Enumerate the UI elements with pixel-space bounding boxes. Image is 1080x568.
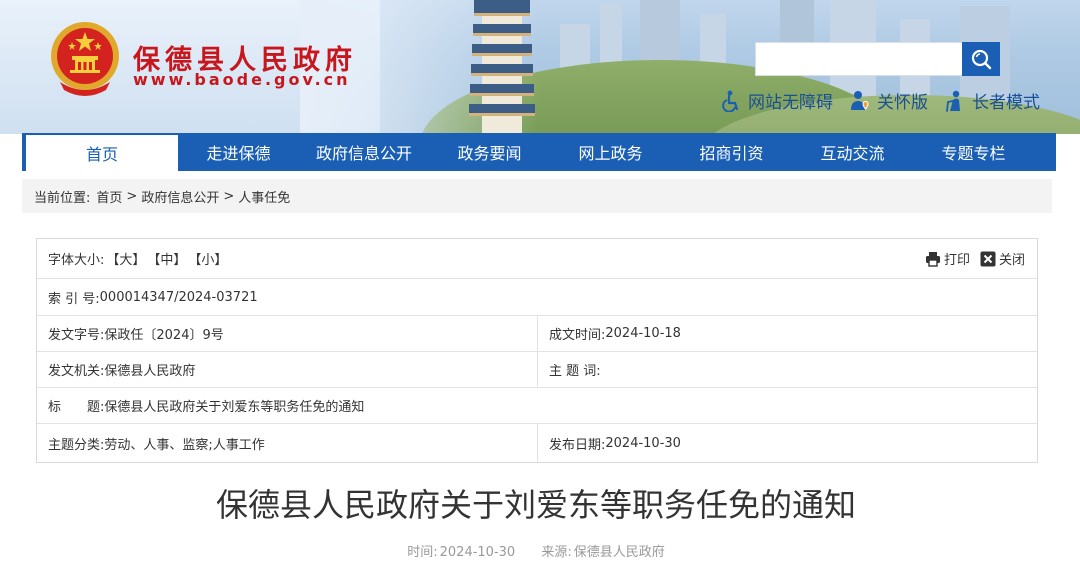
header-banner: 保德县人民政府 www.baode.gov.cn 网站无障碍 关怀版 长者模式 xyxy=(0,0,1080,134)
nav-item-interaction[interactable]: 互动交流 xyxy=(792,133,913,171)
elder-person-icon xyxy=(946,90,960,112)
nav-item-about-baode[interactable]: 走进保德 xyxy=(178,133,299,171)
national-emblem-icon xyxy=(51,22,119,96)
issuer-row: 发文机关: 保德县人民政府 主 题 词: xyxy=(37,352,1037,388)
title-label: 标 题: xyxy=(48,400,105,415)
article-time-label: 时间: xyxy=(407,545,438,560)
main-nav: 首页 走进保德 政府信息公开 政务要闻 网上政务 招商引资 互动交流 专题专栏 xyxy=(22,133,1056,171)
care-mode-label: 关怀版 xyxy=(877,93,928,113)
search-input[interactable] xyxy=(755,42,963,76)
nav-item-online-services[interactable]: 网上政务 xyxy=(550,133,671,171)
index-row: 索 引 号: 000014347/2024-03721 xyxy=(37,279,1037,316)
font-size-large-option[interactable]: 【大】 xyxy=(106,249,145,268)
article-source: 来源: 保德县人民政府 xyxy=(541,545,664,560)
nav-item-special-topics[interactable]: 专题专栏 xyxy=(913,133,1034,171)
article-time: 时间: 2024-10-30 xyxy=(407,545,515,560)
publish-date-value: 2024-10-30 xyxy=(605,435,681,451)
article-source-value: 保德县人民政府 xyxy=(573,545,665,560)
nav-item-news[interactable]: 政务要闻 xyxy=(429,133,550,171)
written-date-label: 成文时间: xyxy=(549,328,606,343)
doc-number-value: 保政任〔2024〕9号 xyxy=(104,328,224,343)
written-date-value: 2024-10-18 xyxy=(605,326,681,341)
care-mode-link[interactable]: 关怀版 xyxy=(849,88,928,113)
breadcrumb-separator: > xyxy=(223,188,235,204)
font-size-row: 字体大小: 【大】 【中】 【小】 打印 关闭 xyxy=(37,239,1037,279)
search-button[interactable] xyxy=(962,42,1000,76)
breadcrumb-home-link[interactable]: 首页 xyxy=(96,187,122,206)
nav-item-investment[interactable]: 招商引资 xyxy=(671,133,792,171)
doc-number-label: 发文字号: xyxy=(48,328,105,343)
accessibility-link[interactable]: 网站无障碍 xyxy=(722,88,833,113)
font-size-medium-option[interactable]: 【中】 xyxy=(147,249,186,268)
elder-mode-link[interactable]: 长者模式 xyxy=(944,88,1040,113)
doc-number-row: 发文字号: 保政任〔2024〕9号 成文时间: 2024-10-18 xyxy=(37,316,1037,352)
issuer-label: 发文机关: xyxy=(48,364,105,379)
accessibility-tools: 网站无障碍 关怀版 长者模式 xyxy=(722,88,1040,113)
breadcrumb: 当前位置: 首页 > 政府信息公开 > 人事任免 xyxy=(22,179,1052,213)
close-icon xyxy=(980,251,996,266)
breadcrumb-gov-info-link[interactable]: 政府信息公开 xyxy=(141,187,219,206)
category-row: 主题分类: 劳动、人事、监察;人事工作 发布日期: 2024-10-30 xyxy=(37,424,1037,462)
close-label: 关闭 xyxy=(998,253,1025,268)
article-meta: 时间: 2024-10-30 来源: 保德县人民政府 xyxy=(0,541,1072,560)
title-value: 保德县人民政府关于刘爱东等职务任免的通知 xyxy=(104,400,365,415)
category-label: 主题分类: xyxy=(48,437,105,453)
wheelchair-icon xyxy=(722,90,739,112)
search-icon xyxy=(971,49,992,70)
breadcrumb-separator: > xyxy=(126,188,138,204)
font-size-label: 字体大小: xyxy=(48,253,105,268)
elder-mode-label: 长者模式 xyxy=(972,93,1040,113)
care-person-icon xyxy=(851,90,869,110)
print-button[interactable]: 打印 xyxy=(925,249,970,268)
title-row: 标 题: 保德县人民政府关于刘爱东等职务任免的通知 xyxy=(37,388,1037,424)
document-info-table: 字体大小: 【大】 【中】 【小】 打印 关闭 索 引 号: 000014347… xyxy=(36,238,1038,463)
nav-item-home[interactable]: 首页 xyxy=(26,135,178,171)
article-source-label: 来源: xyxy=(541,545,572,560)
breadcrumb-prefix: 当前位置: xyxy=(34,190,91,206)
accessibility-label: 网站无障碍 xyxy=(748,93,833,113)
article-title: 保德县人民政府关于刘爱东等职务任免的通知 xyxy=(215,486,856,524)
keywords-label: 主 题 词: xyxy=(549,364,601,379)
category-value: 劳动、人事、监察;人事工作 xyxy=(104,437,265,453)
nav-item-gov-info[interactable]: 政府信息公开 xyxy=(299,133,429,171)
close-button[interactable]: 关闭 xyxy=(980,249,1025,268)
index-label: 索 引 号: xyxy=(48,291,100,307)
issuer-value: 保德县人民政府 xyxy=(104,364,196,379)
breadcrumb-personnel-link[interactable]: 人事任免 xyxy=(238,187,290,206)
site-url: www.baode.gov.cn xyxy=(133,70,351,89)
font-size-small-option[interactable]: 【小】 xyxy=(188,249,227,268)
printer-icon xyxy=(925,251,940,267)
pagoda-illustration xyxy=(469,0,535,134)
publish-date-label: 发布日期: xyxy=(549,437,606,453)
print-label: 打印 xyxy=(943,253,970,268)
article-time-value: 2024-10-30 xyxy=(439,545,516,560)
index-value: 000014347/2024-03721 xyxy=(99,289,258,305)
